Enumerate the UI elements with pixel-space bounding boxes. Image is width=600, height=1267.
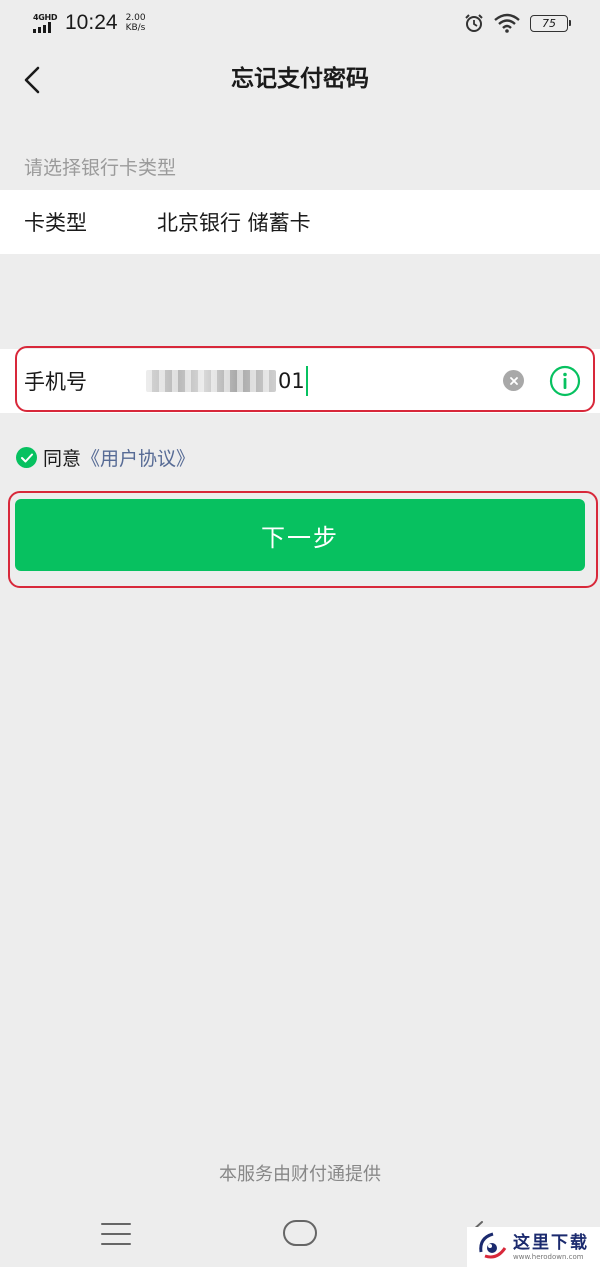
nav-bar: 忘记支付密码 xyxy=(0,46,600,114)
status-left: 4GHD 10:24 2.00 KB/s xyxy=(33,11,146,35)
watermark-title: 这里下载 xyxy=(513,1232,589,1253)
battery-level: 75 xyxy=(542,16,556,30)
signal-bars-icon xyxy=(33,22,51,33)
checkbox-checked-icon[interactable] xyxy=(16,447,37,468)
user-agreement-link[interactable]: 《用户协议》 xyxy=(81,444,195,471)
phone-mosaic xyxy=(146,370,276,392)
info-button[interactable] xyxy=(549,365,581,397)
network-type: 4GHD xyxy=(33,13,58,22)
checkmark-icon xyxy=(20,453,33,462)
status-bar: 4GHD 10:24 2.00 KB/s 75 xyxy=(0,0,600,46)
battery-icon: 75 xyxy=(530,14,571,32)
text-cursor xyxy=(305,366,308,396)
wifi-icon xyxy=(494,13,520,33)
watermark-url: www.herodown.com xyxy=(513,1252,584,1261)
section-label: 请选择银行卡类型 xyxy=(24,157,177,179)
card-type-value: 北京银行 储蓄卡 xyxy=(157,211,311,235)
speed-value: 2.00 xyxy=(125,13,146,23)
phone-value-suffix: 01 xyxy=(278,369,305,393)
phone-label: 手机号 xyxy=(24,370,87,394)
menu-icon[interactable] xyxy=(101,1223,131,1245)
phone-input[interactable]: 01 xyxy=(146,366,308,396)
signal-indicator: 4GHD xyxy=(33,13,59,33)
page-title: 忘记支付密码 xyxy=(231,66,369,92)
phone-row: 手机号 01 xyxy=(0,349,600,413)
clock: 10:24 xyxy=(65,11,118,34)
card-type-label: 卡类型 xyxy=(24,211,87,235)
agreement-prefix: 同意 xyxy=(43,448,82,470)
footer-text: 本服务由财付通提供 xyxy=(219,1164,381,1185)
clear-button[interactable] xyxy=(503,370,524,391)
card-type-row[interactable]: 卡类型 北京银行 储蓄卡 xyxy=(0,190,600,254)
next-button[interactable]: 下一步 xyxy=(15,499,585,571)
speed-unit: KB/s xyxy=(125,23,146,33)
network-speed: 2.00 KB/s xyxy=(126,13,146,33)
home-icon[interactable] xyxy=(283,1220,317,1246)
info-icon xyxy=(549,365,581,397)
agreement-row[interactable]: 同意 《用户协议》 xyxy=(16,444,195,471)
watermark-text: 这里下载 www.herodown.com xyxy=(513,1233,589,1262)
clear-icon xyxy=(509,376,518,385)
alarm-icon xyxy=(465,14,483,32)
status-right: 75 xyxy=(464,13,571,33)
watermark-logo-icon xyxy=(479,1232,507,1259)
watermark: 这里下载 www.herodown.com xyxy=(467,1227,600,1267)
